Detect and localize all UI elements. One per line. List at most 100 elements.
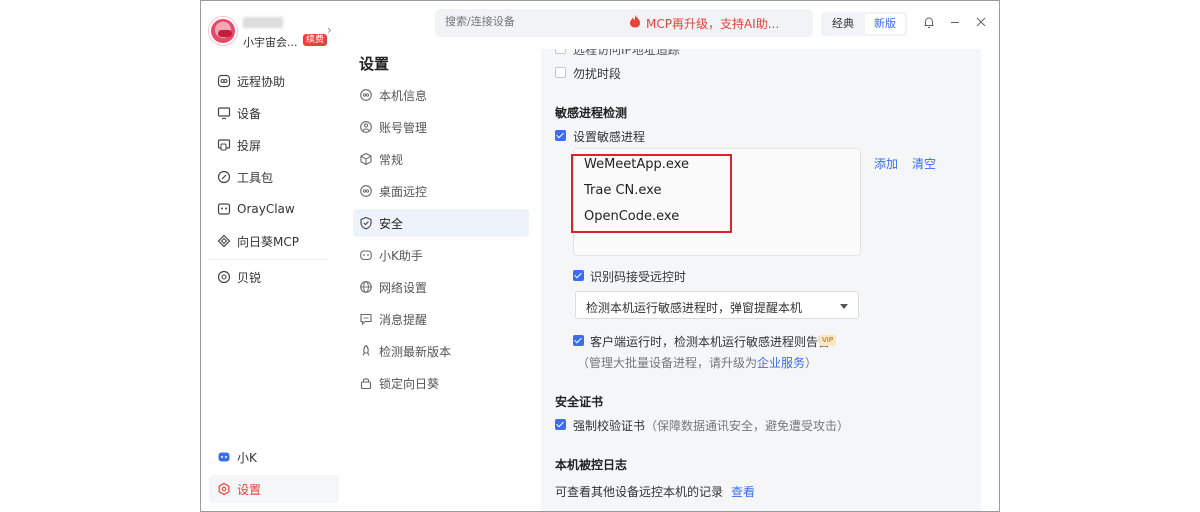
settings-item-check-update[interactable]: 检测最新版本 bbox=[353, 337, 529, 365]
settings-item-desktop-remote[interactable]: 桌面远控 bbox=[353, 177, 529, 205]
cert-section-title: 安全证书 bbox=[555, 395, 604, 409]
settings-item-security[interactable]: 安全 bbox=[353, 209, 529, 237]
avatar-lips-icon bbox=[218, 30, 232, 37]
globe-icon bbox=[359, 280, 373, 294]
settings-item-label: 安全 bbox=[379, 216, 404, 231]
force-cert-text: 强制校验证书 bbox=[573, 419, 646, 433]
log-desc: 可查看其他设备远控本机的记录 bbox=[555, 485, 724, 499]
mode-classic-button[interactable]: 经典 bbox=[823, 14, 863, 34]
nav-item-settings[interactable]: 设置 bbox=[209, 475, 339, 503]
settings-item-label: 常规 bbox=[379, 152, 404, 167]
mode-new-button[interactable]: 新版 bbox=[865, 14, 905, 34]
view-log-link[interactable]: 查看 bbox=[731, 483, 755, 500]
renew-badge[interactable]: 续费 bbox=[303, 34, 328, 46]
close-icon[interactable] bbox=[975, 16, 987, 31]
log-section-title: 本机被控日志 bbox=[555, 458, 628, 472]
fire-icon bbox=[629, 14, 641, 31]
nav-item-remote-assist[interactable]: 远程协助 bbox=[209, 67, 339, 95]
remote-assist-icon bbox=[217, 74, 231, 88]
lock-icon bbox=[359, 376, 373, 390]
batch-hint-suffix: ） bbox=[805, 356, 818, 370]
nav-label: 投屏 bbox=[237, 138, 262, 153]
nav-item-orayclaw[interactable]: OrayClaw bbox=[209, 195, 339, 223]
nav-label: 设置 bbox=[237, 482, 262, 497]
nav-label: OrayClaw bbox=[237, 202, 295, 216]
mode-switch: 经典 新版 bbox=[821, 12, 907, 36]
batch-hint-prefix: （管理大批量设备进程，请升级为 bbox=[577, 356, 758, 370]
oray-icon bbox=[217, 270, 231, 284]
settings-item-label: 本机信息 bbox=[379, 88, 428, 103]
vip-badge: VIP bbox=[819, 335, 837, 346]
nav-item-screen-cast[interactable]: 投屏 bbox=[209, 131, 339, 159]
nav-label: 远程协助 bbox=[237, 74, 286, 89]
dnd-checkbox[interactable] bbox=[555, 67, 566, 78]
force-cert-checkbox[interactable] bbox=[555, 419, 566, 430]
avatar[interactable] bbox=[209, 17, 237, 45]
settings-item-network[interactable]: 网络设置 bbox=[353, 273, 529, 301]
clear-process-button[interactable]: 清空 bbox=[912, 155, 936, 172]
caret-down-icon bbox=[840, 304, 848, 309]
settings-item-notifications[interactable]: 消息提醒 bbox=[353, 305, 529, 333]
settings-icon bbox=[217, 482, 231, 496]
shield-icon bbox=[359, 216, 373, 230]
nav-item-oray[interactable]: 贝锐 bbox=[209, 263, 339, 291]
screen-cast-icon bbox=[217, 138, 231, 152]
force-cert-hint: （保障数据通讯安全，避免遭受攻击） bbox=[645, 419, 850, 433]
nav-label: 贝锐 bbox=[237, 270, 262, 285]
nav-item-mcp[interactable]: 向日葵MCP bbox=[209, 227, 339, 255]
settings-item-label: 消息提醒 bbox=[379, 312, 428, 327]
nav-label: 向日葵MCP bbox=[237, 234, 299, 249]
remote-ip-trace-checkbox[interactable] bbox=[555, 49, 566, 54]
nav-label: 小K bbox=[237, 450, 257, 465]
settings-item-device-info[interactable]: 本机信息 bbox=[353, 81, 529, 109]
add-process-button[interactable]: 添加 bbox=[874, 155, 898, 172]
main-sidebar: 小宇宙会... 续费 › 远程协助 设备 投屏 工具包 OrayClaw 向日葵… bbox=[201, 1, 349, 511]
search-input[interactable] bbox=[445, 15, 625, 28]
set-sensitive-checkbox[interactable] bbox=[555, 130, 566, 141]
highlight-box bbox=[571, 154, 732, 233]
nav-item-toolkit[interactable]: 工具包 bbox=[209, 163, 339, 191]
minimize-icon[interactable] bbox=[949, 16, 961, 31]
enterprise-service-link[interactable]: 企业服务 bbox=[757, 356, 805, 370]
orayclaw-icon bbox=[217, 202, 231, 216]
promo-banner[interactable]: MCP再升级，支持AI助... bbox=[646, 15, 779, 32]
code-remote-label: 识别码接受远控时 bbox=[590, 270, 687, 284]
settings-item-account[interactable]: 账号管理 bbox=[353, 113, 529, 141]
settings-item-label: 桌面远控 bbox=[379, 184, 428, 199]
message-icon bbox=[359, 312, 373, 326]
batch-hint: （管理大批量设备进程，请升级为企业服务） bbox=[577, 354, 817, 371]
rocket-icon bbox=[359, 344, 373, 358]
settings-item-label: 检测最新版本 bbox=[379, 344, 452, 359]
client-running-checkbox[interactable] bbox=[573, 335, 584, 346]
account-icon bbox=[359, 120, 373, 134]
chevron-right-icon[interactable]: › bbox=[327, 23, 332, 37]
notify-mode-select[interactable]: 检测本机运行敏感进程时，弹窗提醒本机 bbox=[575, 291, 859, 319]
settings-title: 设置 bbox=[359, 55, 390, 73]
settings-item-label: 锁定向日葵 bbox=[379, 376, 440, 391]
user-profile[interactable]: 小宇宙会... 续费 › bbox=[209, 15, 339, 51]
info-icon bbox=[359, 88, 373, 102]
assistant-icon bbox=[217, 450, 231, 464]
notify-mode-value: 检测本机运行敏感进程时，弹窗提醒本机 bbox=[586, 301, 803, 315]
settings-item-general[interactable]: 常规 bbox=[353, 145, 529, 173]
bot-icon bbox=[359, 248, 373, 262]
desktop-icon bbox=[359, 184, 373, 198]
settings-content: 远程访问IP地址追踪 勿扰时段 敏感进程检测 设置敏感进程 WeMeetApp.… bbox=[541, 49, 981, 511]
remote-ip-trace-label: 远程访问IP地址追踪 bbox=[573, 49, 680, 57]
cube-icon bbox=[359, 152, 373, 166]
nav-label: 设备 bbox=[237, 106, 262, 121]
set-sensitive-label: 设置敏感进程 bbox=[573, 130, 646, 144]
settings-item-label: 小K助手 bbox=[379, 248, 423, 263]
nav-label: 工具包 bbox=[237, 170, 274, 185]
user-nickname: 小宇宙会... bbox=[243, 36, 298, 49]
code-remote-checkbox[interactable] bbox=[573, 270, 584, 281]
nav-item-assistant[interactable]: 小K bbox=[209, 443, 339, 471]
bell-icon[interactable] bbox=[923, 16, 935, 32]
force-cert-label: 强制校验证书（保障数据通讯安全，避免遭受攻击） bbox=[573, 417, 849, 434]
settings-item-lock[interactable]: 锁定向日葵 bbox=[353, 369, 529, 397]
sensitive-section-title: 敏感进程检测 bbox=[555, 106, 628, 120]
nav-divider bbox=[209, 259, 327, 260]
settings-item-k-assistant[interactable]: 小K助手 bbox=[353, 241, 529, 269]
nav-item-device[interactable]: 设备 bbox=[209, 99, 339, 127]
mcp-icon bbox=[217, 234, 231, 248]
